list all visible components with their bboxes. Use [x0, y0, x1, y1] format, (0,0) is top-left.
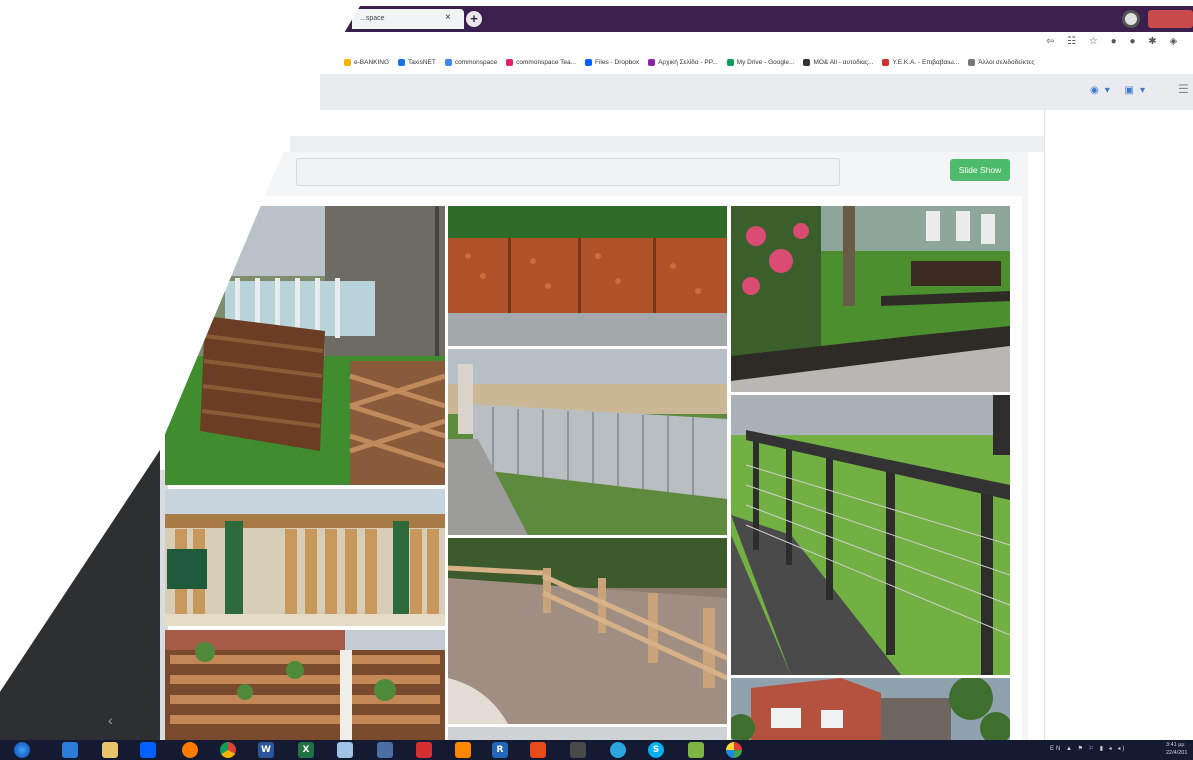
bookmark-item[interactable]: commonspace Tea...	[506, 54, 576, 70]
screen: ...space × + ⇦ ☷ ☆ ● ● ✱ ◈ e-BANKING Taxi…	[0, 0, 1193, 760]
bookmark-label: commonspace Tea...	[516, 58, 576, 66]
clock[interactable]: 3:41 μμ 22/4/201	[1166, 741, 1187, 757]
bookmark-item[interactable]: e-BANKING	[344, 54, 389, 70]
sync-icon[interactable]	[726, 742, 742, 758]
bookmark-item[interactable]: My Drive - Google...	[726, 54, 795, 70]
photo-planters	[165, 630, 445, 740]
app-header	[320, 74, 1193, 110]
photo-wicker-fence	[165, 206, 445, 485]
bookmark-label: commonspace	[454, 58, 498, 66]
bookmark-icon	[344, 58, 351, 66]
slide-show-button[interactable]: Slide Show	[950, 159, 1010, 181]
clock-time: 3:41 μμ	[1166, 742, 1185, 748]
bookmarks-bar: e-BANKING TaxisNET commonspace commonspace …	[344, 54, 1193, 70]
word-icon[interactable]: W	[258, 742, 274, 758]
photo-tile-split-rail[interactable]	[448, 538, 727, 724]
photos-icon[interactable]	[688, 742, 704, 758]
bookmark-icon	[968, 58, 976, 66]
menu-icon[interactable]: ☰	[1178, 82, 1189, 96]
bookmark-label: Άλλοι σελιδοδείκτες	[978, 58, 1035, 66]
photo-bottom-strip	[448, 727, 727, 740]
bookmark-icon	[585, 58, 592, 66]
excel-icon[interactable]: X	[298, 742, 314, 758]
photo-tile-bottom-strip[interactable]	[448, 727, 727, 740]
profile-icon[interactable]	[1122, 10, 1140, 28]
photo-corten-panels	[448, 206, 727, 346]
taskbar	[0, 740, 1193, 760]
chrome-icon[interactable]	[220, 742, 236, 758]
photo-tile-brick-house[interactable]	[731, 678, 1010, 740]
photo-tile-wooden-gate[interactable]	[165, 489, 445, 626]
photo-tile-corten-panels[interactable]	[448, 206, 727, 346]
telegram-icon[interactable]	[610, 742, 626, 758]
new-tab-button[interactable]: +	[466, 11, 482, 27]
bookmark-label: Files - Dropbox	[595, 58, 640, 66]
bookmark-icon	[506, 58, 514, 66]
game-icon[interactable]	[570, 742, 586, 758]
photo-tile-planters[interactable]	[165, 630, 445, 740]
photo-tile-cable-railing[interactable]	[731, 395, 1010, 675]
content-band	[290, 136, 1045, 152]
bookmark-icon	[803, 58, 811, 66]
photo-tile-grey-wall[interactable]	[448, 349, 727, 535]
photo-cable-railing	[731, 395, 1010, 675]
bookmark-label: MO& All - αυτοδιας...	[813, 58, 874, 66]
bookmark-label: TaxisNET	[408, 58, 436, 66]
clock-date: 22/4/201	[1166, 750, 1188, 756]
bookmark-icon	[882, 58, 890, 66]
tab-close-icon[interactable]: ×	[445, 12, 451, 23]
photo-brick-house	[731, 678, 1010, 740]
bookmark-item[interactable]: Υ.Ε.Κ.Α. - Επιβαβαιω...	[882, 54, 959, 70]
vlc-icon[interactable]	[455, 742, 471, 758]
dark-sidebar	[0, 450, 160, 760]
bookmark-icon	[648, 58, 656, 66]
bookmark-item[interactable]: Αρχική Σελίδα - PP...	[648, 54, 718, 70]
bookmark-label: Υ.Ε.Κ.Α. - Επιβαβαιω...	[892, 58, 960, 66]
skype-icon[interactable]: S	[648, 742, 664, 758]
collapse-icon[interactable]: ‹	[108, 712, 113, 728]
notepad-icon[interactable]	[337, 742, 353, 758]
photo-split-rail	[448, 538, 727, 724]
search-input[interactable]	[296, 158, 840, 186]
bookmark-item[interactable]: MO& All - αυτοδιας...	[803, 54, 873, 70]
photo-wooden-gate	[165, 489, 445, 626]
r-icon[interactable]: R	[492, 742, 508, 758]
bookmark-item[interactable]: Files - Dropbox	[585, 54, 639, 70]
firefox-icon[interactable]	[182, 742, 198, 758]
bookmark-icon	[444, 58, 452, 66]
bookmark-icon	[726, 58, 734, 66]
foxit-icon[interactable]	[530, 742, 546, 758]
pen-icon[interactable]	[377, 742, 393, 758]
dropbox-icon[interactable]	[140, 742, 156, 758]
right-divider	[1044, 110, 1045, 740]
bookmark-item[interactable]: commonspace	[444, 54, 498, 70]
acrobat-icon[interactable]	[416, 742, 432, 758]
tab-title: ...space	[360, 15, 385, 22]
photo-grey-wall	[448, 349, 727, 535]
bookmark-label: e-BANKING	[354, 58, 390, 66]
window-controls[interactable]	[1148, 10, 1193, 28]
bookmark-item[interactable]: TaxisNET	[398, 54, 436, 70]
photo-metal-edging	[731, 206, 1010, 392]
extension-icons[interactable]: ⇦ ☷ ☆ ● ● ✱ ◈	[1046, 36, 1182, 47]
photo-tile-wicker-fence[interactable]	[165, 206, 445, 485]
system-tray[interactable]: EN ▲ ⚑ ⚐ ▮ ◂ ◂)	[1050, 745, 1126, 752]
bookmark-icon	[398, 58, 406, 66]
start-icon[interactable]	[14, 742, 30, 758]
bookmark-label: My Drive - Google...	[736, 58, 795, 66]
header-user-icons[interactable]: ◉▾ ▣▾	[1090, 85, 1151, 96]
bookmark-label: Αρχική Σελίδα - PP...	[658, 58, 718, 66]
file-explorer-icon[interactable]	[102, 742, 118, 758]
photo-tile-metal-edging[interactable]	[731, 206, 1010, 392]
media-player-icon[interactable]	[62, 742, 78, 758]
bookmark-item[interactable]: Άλλοι σελιδοδείκτες	[968, 54, 1034, 70]
